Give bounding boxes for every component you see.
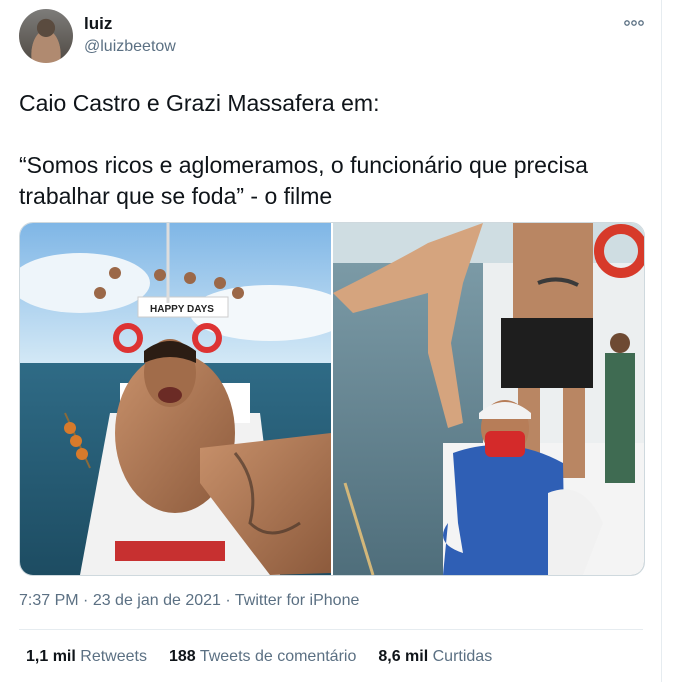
meta-separator: · <box>78 592 93 609</box>
more-horizontal-icon[interactable] <box>623 14 645 32</box>
likes-stat[interactable]: 8,6 mil Curtidas <box>378 648 492 666</box>
tweet-stats: 1,1 mil Retweets 188 Tweets de comentári… <box>26 648 492 666</box>
media-photo-boat-worker[interactable] <box>333 223 644 575</box>
divider <box>19 629 643 630</box>
quote-tweets-stat[interactable]: 188 Tweets de comentário <box>169 648 356 666</box>
author-handle[interactable]: @luizbeetow <box>84 38 176 56</box>
avatar[interactable] <box>19 9 73 63</box>
quote-tweets-label: Tweets de comentário <box>199 648 357 665</box>
tweet-time[interactable]: 7:37 PM <box>19 592 79 609</box>
tweet-meta: 7:37 PM · 23 de jan de 2021 · Twitter fo… <box>19 592 359 610</box>
quote-tweets-count: 188 <box>168 648 196 665</box>
likes-count: 8,6 mil <box>378 648 429 665</box>
retweets-stat[interactable]: 1,1 mil Retweets <box>26 648 147 666</box>
tweet-date[interactable]: 23 de jan de 2021 <box>93 592 221 609</box>
boat-selfie-image: HAPPY DAYS <box>20 223 331 575</box>
boat-worker-image <box>333 223 644 575</box>
boat-banner-text: HAPPY DAYS <box>150 304 214 315</box>
media-photo-boat-selfie[interactable]: HAPPY DAYS <box>20 223 331 575</box>
tweet-media[interactable]: HAPPY DAYS <box>19 222 645 576</box>
tweet-text: Caio Castro e Grazi Massafera em: “Somos… <box>19 90 588 209</box>
more-dots-graphic <box>624 20 644 26</box>
tweet-card: luiz @luizbeetow Caio Castro e Grazi Mas… <box>0 0 662 682</box>
retweets-label: Retweets <box>80 648 147 665</box>
meta-separator: · <box>220 592 235 609</box>
likes-label: Curtidas <box>432 648 493 665</box>
retweets-count: 1,1 mil <box>26 648 76 665</box>
tweet-source-link[interactable]: Twitter for iPhone <box>235 592 360 609</box>
author-name[interactable]: luiz <box>84 14 112 34</box>
